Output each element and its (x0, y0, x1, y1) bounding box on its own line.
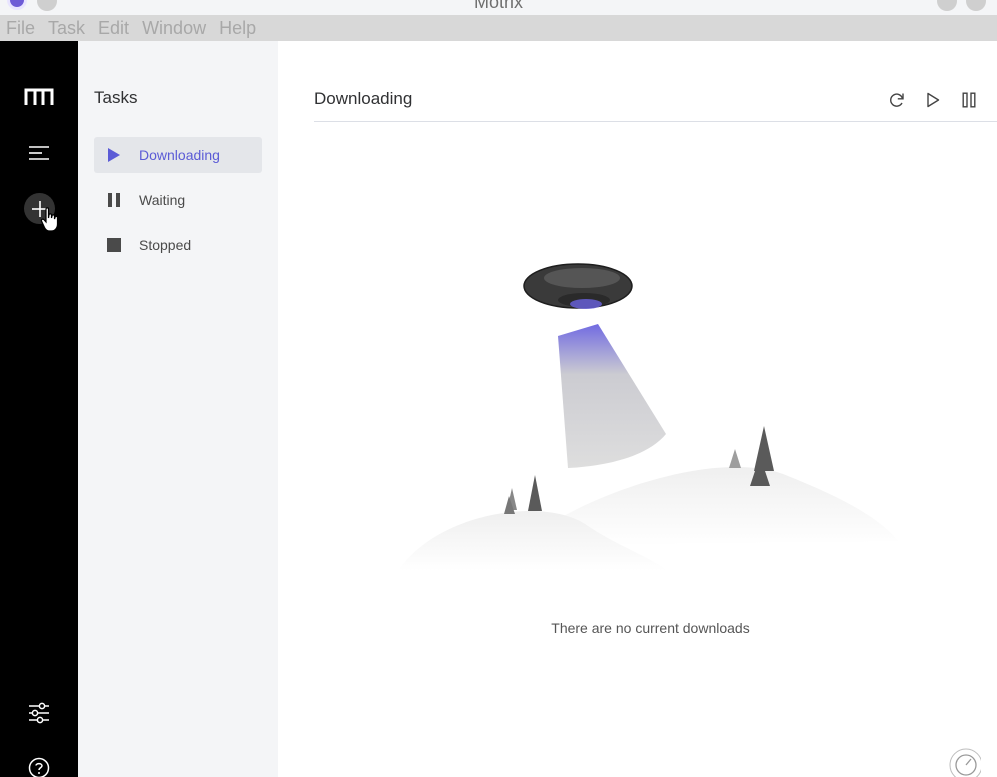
refresh-button[interactable] (879, 87, 915, 113)
speedometer-icon[interactable] (947, 746, 981, 777)
tasks-sidebar: Tasks Downloading Waiting Stopped (78, 41, 278, 777)
nav-item-downloading[interactable]: Downloading (94, 137, 262, 173)
settings-sliders-icon[interactable] (0, 701, 78, 725)
menu-lines-icon[interactable] (0, 143, 78, 163)
page-title: Downloading (314, 89, 413, 108)
nav-rail (0, 41, 78, 777)
empty-state-message: There are no current downloads (551, 620, 750, 636)
task-nav: Downloading Waiting Stopped (94, 137, 262, 272)
refresh-icon (890, 93, 904, 107)
pause-icon (106, 192, 122, 208)
menu-help[interactable]: Help (219, 15, 256, 41)
menu-task[interactable]: Task (48, 15, 85, 41)
resume-all-button[interactable] (915, 87, 951, 113)
menu-window[interactable]: Window (142, 15, 206, 41)
pause-all-button[interactable] (951, 87, 987, 113)
pause-all-icon (962, 92, 976, 108)
nav-item-waiting[interactable]: Waiting (94, 182, 262, 218)
nav-item-stopped[interactable]: Stopped (94, 227, 262, 263)
window-titlebar: Motrix (0, 0, 997, 15)
panel-header: Downloading (314, 81, 997, 122)
menu-file[interactable]: File (6, 15, 35, 41)
menu-bar: File Task Edit Window Help (0, 15, 997, 41)
nav-item-label: Downloading (139, 147, 220, 163)
help-circle-icon[interactable] (0, 757, 78, 777)
main-panel: Downloading There are no current downloa… (278, 41, 997, 777)
no-task-illustration-icon (398, 263, 898, 571)
window-title: Motrix (474, 0, 523, 12)
menu-edit[interactable]: Edit (98, 15, 129, 41)
motrix-logo-icon[interactable] (0, 87, 78, 107)
task-toolbar (879, 87, 987, 113)
sidebar-title: Tasks (94, 88, 138, 107)
hand-cursor-icon (40, 207, 59, 232)
resume-all-icon (927, 92, 940, 108)
nav-item-label: Waiting (139, 192, 186, 208)
play-icon (106, 147, 122, 163)
stop-icon (106, 237, 122, 253)
nav-item-label: Stopped (139, 237, 192, 253)
